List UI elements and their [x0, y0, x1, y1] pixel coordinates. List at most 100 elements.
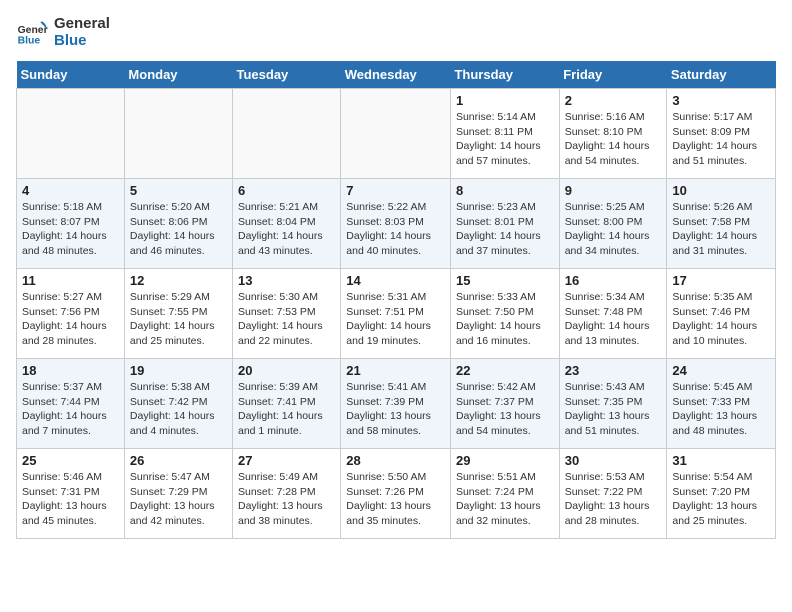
calendar-cell: 21 Sunrise: 5:41 AM Sunset: 7:39 PM Dayli…: [341, 359, 451, 449]
calendar-cell: 26 Sunrise: 5:47 AM Sunset: 7:29 PM Dayli…: [124, 449, 232, 539]
day-number: 1: [456, 93, 554, 108]
day-info: Sunrise: 5:16 AM Sunset: 8:10 PM Dayligh…: [565, 110, 662, 169]
calendar-cell: 13 Sunrise: 5:30 AM Sunset: 7:53 PM Dayli…: [233, 269, 341, 359]
calendar-cell: 23 Sunrise: 5:43 AM Sunset: 7:35 PM Dayli…: [559, 359, 667, 449]
day-number: 30: [565, 453, 662, 468]
calendar-cell: 6 Sunrise: 5:21 AM Sunset: 8:04 PM Daylig…: [233, 179, 341, 269]
day-number: 28: [346, 453, 445, 468]
day-info: Sunrise: 5:17 AM Sunset: 8:09 PM Dayligh…: [672, 110, 770, 169]
svg-text:Blue: Blue: [18, 35, 41, 46]
day-info: Sunrise: 5:30 AM Sunset: 7:53 PM Dayligh…: [238, 290, 335, 349]
day-info: Sunrise: 5:51 AM Sunset: 7:24 PM Dayligh…: [456, 470, 554, 529]
calendar-cell: 20Sunrise: 5:39 AM Sunset: 7:41 PM Dayli…: [233, 359, 341, 449]
calendar-cell: 22 Sunrise: 5:42 AM Sunset: 7:37 PM Dayli…: [450, 359, 559, 449]
day-number: 25: [22, 453, 119, 468]
day-number: 27: [238, 453, 335, 468]
calendar-cell: 3 Sunrise: 5:17 AM Sunset: 8:09 PM Daylig…: [667, 89, 776, 179]
day-number: 21: [346, 363, 445, 378]
day-number: 23: [565, 363, 662, 378]
day-info: Sunrise: 5:49 AM Sunset: 7:28 PM Dayligh…: [238, 470, 335, 529]
day-number: 3: [672, 93, 770, 108]
day-number: 14: [346, 273, 445, 288]
calendar-cell: 25 Sunrise: 5:46 AM Sunset: 7:31 PM Dayli…: [17, 449, 125, 539]
calendar-week-row: 18 Sunrise: 5:37 AM Sunset: 7:44 PM Dayli…: [17, 359, 776, 449]
day-info: Sunrise: 5:35 AM Sunset: 7:46 PM Dayligh…: [672, 290, 770, 349]
day-info: Sunrise: 5:29 AM Sunset: 7:55 PM Dayligh…: [130, 290, 227, 349]
day-number: 13: [238, 273, 335, 288]
calendar-cell: 27 Sunrise: 5:49 AM Sunset: 7:28 PM Dayli…: [233, 449, 341, 539]
day-number: 16: [565, 273, 662, 288]
day-info: Sunrise: 5:14 AM Sunset: 8:11 PM Dayligh…: [456, 110, 554, 169]
calendar-cell: 10Sunrise: 5:26 AM Sunset: 7:58 PM Dayli…: [667, 179, 776, 269]
calendar-cell: 14 Sunrise: 5:31 AM Sunset: 7:51 PM Dayli…: [341, 269, 451, 359]
day-info: Sunrise: 5:43 AM Sunset: 7:35 PM Dayligh…: [565, 380, 662, 439]
calendar-cell: 29Sunrise: 5:51 AM Sunset: 7:24 PM Dayli…: [450, 449, 559, 539]
day-number: 7: [346, 183, 445, 198]
calendar-cell: [124, 89, 232, 179]
day-info: Sunrise: 5:34 AM Sunset: 7:48 PM Dayligh…: [565, 290, 662, 349]
calendar-cell: 15Sunrise: 5:33 AM Sunset: 7:50 PM Dayli…: [450, 269, 559, 359]
weekday-header-friday: Friday: [559, 61, 667, 89]
day-info: Sunrise: 5:50 AM Sunset: 7:26 PM Dayligh…: [346, 470, 445, 529]
day-info: Sunrise: 5:53 AM Sunset: 7:22 PM Dayligh…: [565, 470, 662, 529]
day-info: Sunrise: 5:21 AM Sunset: 8:04 PM Dayligh…: [238, 200, 335, 259]
day-info: Sunrise: 5:31 AM Sunset: 7:51 PM Dayligh…: [346, 290, 445, 349]
day-info: Sunrise: 5:42 AM Sunset: 7:37 PM Dayligh…: [456, 380, 554, 439]
calendar-cell: 8 Sunrise: 5:23 AM Sunset: 8:01 PM Daylig…: [450, 179, 559, 269]
calendar-cell: 16 Sunrise: 5:34 AM Sunset: 7:48 PM Dayli…: [559, 269, 667, 359]
calendar-cell: 24Sunrise: 5:45 AM Sunset: 7:33 PM Dayli…: [667, 359, 776, 449]
day-info: Sunrise: 5:20 AM Sunset: 8:06 PM Dayligh…: [130, 200, 227, 259]
day-number: 12: [130, 273, 227, 288]
logo-general-text: General: [54, 15, 110, 32]
svg-text:General: General: [18, 25, 48, 36]
day-info: Sunrise: 5:26 AM Sunset: 7:58 PM Dayligh…: [672, 200, 770, 259]
calendar-cell: 17 Sunrise: 5:35 AM Sunset: 7:46 PM Dayli…: [667, 269, 776, 359]
day-info: Sunrise: 5:23 AM Sunset: 8:01 PM Dayligh…: [456, 200, 554, 259]
day-info: Sunrise: 5:18 AM Sunset: 8:07 PM Dayligh…: [22, 200, 119, 259]
day-number: 8: [456, 183, 554, 198]
day-info: Sunrise: 5:39 AM Sunset: 7:41 PM Dayligh…: [238, 380, 335, 439]
day-info: Sunrise: 5:41 AM Sunset: 7:39 PM Dayligh…: [346, 380, 445, 439]
day-number: 2: [565, 93, 662, 108]
logo: General Blue General Blue: [16, 16, 110, 49]
calendar-cell: [341, 89, 451, 179]
logo-icon: General Blue: [16, 17, 48, 49]
calendar-week-row: 25 Sunrise: 5:46 AM Sunset: 7:31 PM Dayli…: [17, 449, 776, 539]
weekday-header-wednesday: Wednesday: [341, 61, 451, 89]
calendar-cell: 12 Sunrise: 5:29 AM Sunset: 7:55 PM Dayli…: [124, 269, 232, 359]
day-info: Sunrise: 5:25 AM Sunset: 8:00 PM Dayligh…: [565, 200, 662, 259]
day-info: Sunrise: 5:38 AM Sunset: 7:42 PM Dayligh…: [130, 380, 227, 439]
day-number: 9: [565, 183, 662, 198]
day-number: 31: [672, 453, 770, 468]
calendar-cell: 9 Sunrise: 5:25 AM Sunset: 8:00 PM Daylig…: [559, 179, 667, 269]
day-number: 18: [22, 363, 119, 378]
weekday-header-tuesday: Tuesday: [233, 61, 341, 89]
calendar-cell: [17, 89, 125, 179]
day-info: Sunrise: 5:47 AM Sunset: 7:29 PM Dayligh…: [130, 470, 227, 529]
day-number: 22: [456, 363, 554, 378]
day-number: 17: [672, 273, 770, 288]
calendar-week-row: 1 Sunrise: 5:14 AM Sunset: 8:11 PM Daylig…: [17, 89, 776, 179]
calendar-cell: 18 Sunrise: 5:37 AM Sunset: 7:44 PM Dayli…: [17, 359, 125, 449]
day-number: 15: [456, 273, 554, 288]
weekday-header-saturday: Saturday: [667, 61, 776, 89]
weekday-header-thursday: Thursday: [450, 61, 559, 89]
day-info: Sunrise: 5:22 AM Sunset: 8:03 PM Dayligh…: [346, 200, 445, 259]
calendar-cell: 28 Sunrise: 5:50 AM Sunset: 7:26 PM Dayli…: [341, 449, 451, 539]
calendar-cell: [233, 89, 341, 179]
day-number: 19: [130, 363, 227, 378]
day-info: Sunrise: 5:46 AM Sunset: 7:31 PM Dayligh…: [22, 470, 119, 529]
day-number: 6: [238, 183, 335, 198]
weekday-header-row: SundayMondayTuesdayWednesdayThursdayFrid…: [17, 61, 776, 89]
day-info: Sunrise: 5:37 AM Sunset: 7:44 PM Dayligh…: [22, 380, 119, 439]
calendar-cell: 31Sunrise: 5:54 AM Sunset: 7:20 PM Dayli…: [667, 449, 776, 539]
weekday-header-monday: Monday: [124, 61, 232, 89]
day-number: 4: [22, 183, 119, 198]
day-number: 26: [130, 453, 227, 468]
logo-blue-text: Blue: [54, 32, 87, 49]
day-number: 11: [22, 273, 119, 288]
weekday-header-sunday: Sunday: [17, 61, 125, 89]
calendar-cell: 4 Sunrise: 5:18 AM Sunset: 8:07 PM Daylig…: [17, 179, 125, 269]
day-number: 24: [672, 363, 770, 378]
day-info: Sunrise: 5:27 AM Sunset: 7:56 PM Dayligh…: [22, 290, 119, 349]
